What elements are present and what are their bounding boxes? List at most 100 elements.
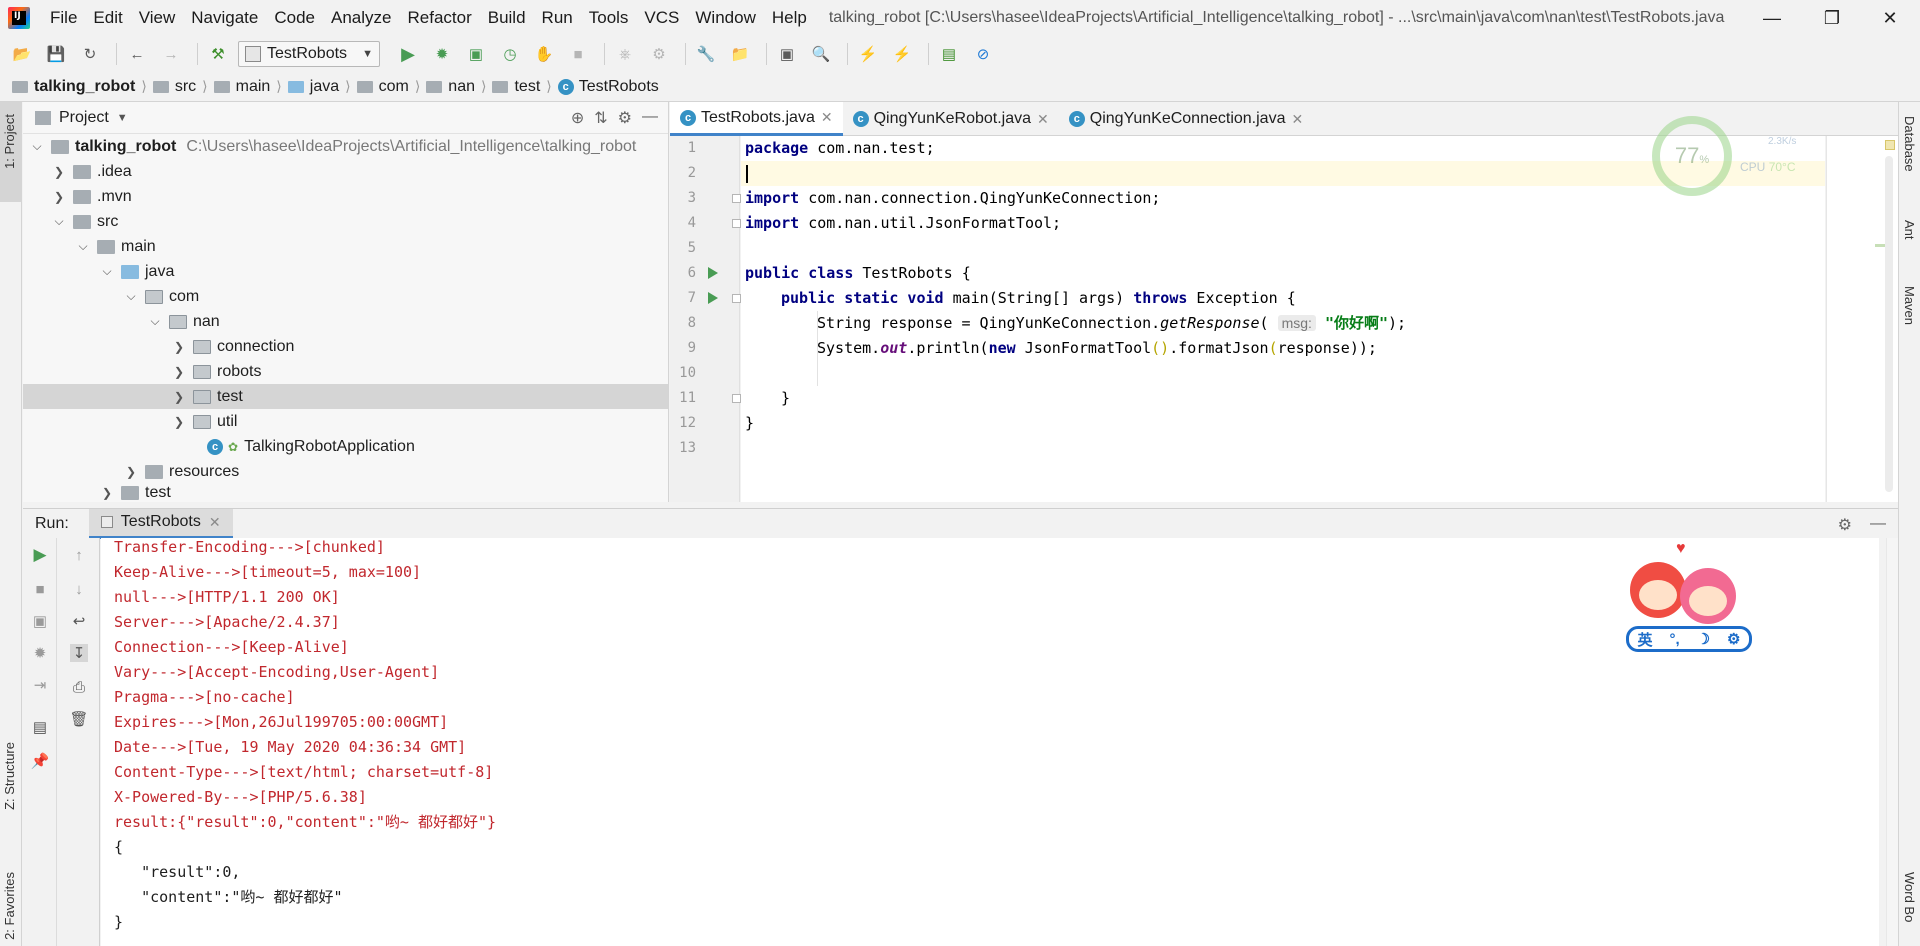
console-output[interactable]: Transfer-Encoding--->[chunked] Keep-Aliv… — [101, 538, 1879, 946]
close-tab-icon[interactable]: ✕ — [209, 514, 221, 531]
tree-item-java[interactable]: ⌵ java — [23, 259, 668, 284]
breadcrumb-item[interactable]: test — [492, 78, 540, 96]
scroll-to-end-icon[interactable]: ↧ — [70, 644, 88, 662]
build-hammer-icon[interactable]: ⚒ — [204, 40, 232, 68]
statistic-chart-icon[interactable]: ▤ — [935, 40, 963, 68]
breadcrumb-item[interactable]: c TestRobots — [557, 78, 659, 96]
menu-navigate[interactable]: Navigate — [183, 0, 266, 36]
attach-debugger-icon[interactable]: ✋ — [530, 40, 558, 68]
gear-icon[interactable]: ⚙ — [1838, 515, 1852, 535]
tree-item-util[interactable]: ❯ util — [23, 409, 668, 434]
menu-analyze[interactable]: Analyze — [323, 0, 399, 36]
ime-status-widget[interactable]: ♥ 英 °, ☽ ⚙ — [1624, 540, 1754, 655]
gear-icon[interactable]: ⚙ — [618, 108, 632, 128]
breadcrumb-item[interactable]: com — [356, 78, 409, 96]
translate-icon[interactable]: ⚡ — [854, 40, 882, 68]
structure-tool-tab[interactable]: Z: Structure — [2, 742, 17, 810]
down-arrow-icon[interactable]: ↓ — [70, 580, 88, 598]
back-arrow-icon[interactable]: ← — [123, 40, 151, 68]
ime-half-width-moon-icon[interactable]: ☽ — [1697, 630, 1710, 648]
power-mode-icon[interactable]: ⊘ — [969, 40, 997, 68]
open-folder-icon[interactable]: 📂 — [8, 40, 36, 68]
fold-marker-icon[interactable] — [732, 294, 741, 303]
ime-punctuation-icon[interactable]: °, — [1669, 631, 1679, 648]
project-panel-title[interactable]: Project — [59, 109, 109, 127]
breadcrumb-item[interactable]: java — [287, 78, 339, 96]
menu-run[interactable]: Run — [534, 0, 581, 36]
tree-item-test-package[interactable]: ❯ test — [23, 384, 668, 409]
tree-item-connection[interactable]: ❯ connection — [23, 334, 668, 359]
console-scrollbar[interactable] — [1886, 538, 1898, 946]
fold-marker-icon[interactable] — [732, 194, 741, 203]
tree-item-mvn[interactable]: ❯ .mvn — [23, 184, 668, 209]
print-icon[interactable]: ⎙ — [70, 678, 88, 696]
translate-replace-icon[interactable]: ⚡ — [888, 40, 916, 68]
menu-view[interactable]: View — [131, 0, 184, 36]
restore-icon[interactable]: ❐ — [1804, 0, 1860, 36]
tree-item-idea[interactable]: ❯ .idea — [23, 159, 668, 184]
breadcrumb-item[interactable]: src — [152, 78, 196, 96]
menu-window[interactable]: Window — [687, 0, 763, 36]
maven-tool-tab[interactable]: Maven — [1902, 286, 1917, 325]
rerun-icon[interactable]: ▶ — [31, 545, 49, 564]
editor-tab-testrobots[interactable]: c TestRobots.java ✕ — [670, 102, 843, 136]
save-all-icon[interactable]: 💾 — [42, 40, 70, 68]
profile-icon[interactable]: ◷ — [496, 40, 524, 68]
run-tab-testrobots[interactable]: TestRobots ✕ — [88, 508, 233, 539]
pin-icon[interactable]: 📌 — [31, 752, 50, 770]
project-structure-icon[interactable]: 📁 — [726, 40, 754, 68]
stop-icon[interactable]: ■ — [564, 40, 592, 68]
soft-wrap-icon[interactable]: ↩ — [70, 612, 88, 630]
favorites-tool-tab[interactable]: 2: Favorites — [2, 872, 17, 940]
project-tool-tab[interactable]: 1: Project — [2, 114, 17, 169]
ime-toolbar[interactable]: 英 °, ☽ ⚙ — [1626, 626, 1752, 652]
menu-help[interactable]: Help — [764, 0, 815, 36]
tree-item-src[interactable]: ⌵ src — [23, 209, 668, 234]
minimize-icon[interactable]: — — [1744, 0, 1800, 36]
reload-changed-classes-icon[interactable]: ⚙ — [645, 40, 673, 68]
word-book-tool-tab[interactable]: Word Bo — [1902, 872, 1917, 922]
terminal-window-icon[interactable]: ▣ — [773, 40, 801, 68]
tree-item-project-root[interactable]: ⌵ talking_robot C:\Users\hasee\IdeaProje… — [23, 134, 668, 159]
menu-vcs[interactable]: VCS — [636, 0, 687, 36]
locate-file-icon[interactable]: ⊕ — [571, 108, 584, 128]
editor-tab-qingyunkerobot[interactable]: c QingYunKeRobot.java ✕ — [843, 102, 1059, 136]
run-configuration-select[interactable]: TestRobots ▼ — [238, 41, 380, 67]
tree-item-resources[interactable]: ❯ resources — [23, 459, 668, 484]
tree-item-com[interactable]: ⌵ com — [23, 284, 668, 309]
run-with-coverage-icon[interactable]: ▣ — [462, 40, 490, 68]
chevron-down-icon[interactable]: ▼ — [117, 112, 128, 124]
menu-tools[interactable]: Tools — [581, 0, 637, 36]
menu-build[interactable]: Build — [480, 0, 534, 36]
ime-settings-gear-icon[interactable]: ⚙ — [1727, 630, 1740, 648]
trash-icon[interactable]: 🗑 — [69, 710, 88, 728]
up-arrow-icon[interactable]: ↑ — [70, 546, 88, 564]
settings-wrench-icon[interactable]: 🔧 — [692, 40, 720, 68]
tree-item-nan[interactable]: ⌵ nan — [23, 309, 668, 334]
stop-icon[interactable]: ■ — [31, 580, 49, 598]
tree-item-test-folder[interactable]: ❯ test — [23, 484, 668, 502]
close-tab-icon[interactable]: ✕ — [1291, 111, 1303, 128]
exit-debugger-icon[interactable]: ✹ — [31, 644, 49, 662]
breadcrumb-item[interactable]: nan — [426, 78, 475, 96]
fold-marker-icon[interactable] — [732, 394, 741, 403]
database-tool-tab[interactable]: Database — [1902, 116, 1917, 172]
run-icon[interactable]: ▶ — [394, 40, 422, 68]
editor-tab-qingyunkeconnection[interactable]: c QingYunKeConnection.java ✕ — [1059, 102, 1313, 136]
editor-scrollbar-area[interactable] — [1826, 136, 1898, 502]
collapse-all-icon[interactable]: ⇅ — [594, 108, 607, 128]
close-tab-icon[interactable]: ✕ — [1037, 111, 1049, 128]
close-tab-icon[interactable]: ✕ — [821, 109, 833, 126]
editor-scrollbar[interactable] — [1885, 156, 1893, 492]
layout-icon[interactable]: ▤ — [31, 718, 49, 736]
menu-code[interactable]: Code — [266, 0, 323, 36]
dump-threads-camera-icon[interactable]: ▣ — [31, 612, 49, 630]
tree-item-talking-robot-application[interactable]: c ✿ TalkingRobotApplication — [23, 434, 668, 459]
run-main-gutter-icon[interactable] — [708, 292, 718, 304]
ant-tool-tab[interactable]: Ant — [1902, 220, 1917, 240]
tree-item-robots[interactable]: ❯ robots — [23, 359, 668, 384]
update-running-app-icon[interactable]: ⎈ — [611, 40, 639, 68]
ime-mode-label[interactable]: 英 — [1637, 629, 1652, 650]
hide-panel-icon[interactable]: — — [1870, 515, 1886, 535]
inspection-status-icon[interactable] — [1885, 140, 1895, 150]
